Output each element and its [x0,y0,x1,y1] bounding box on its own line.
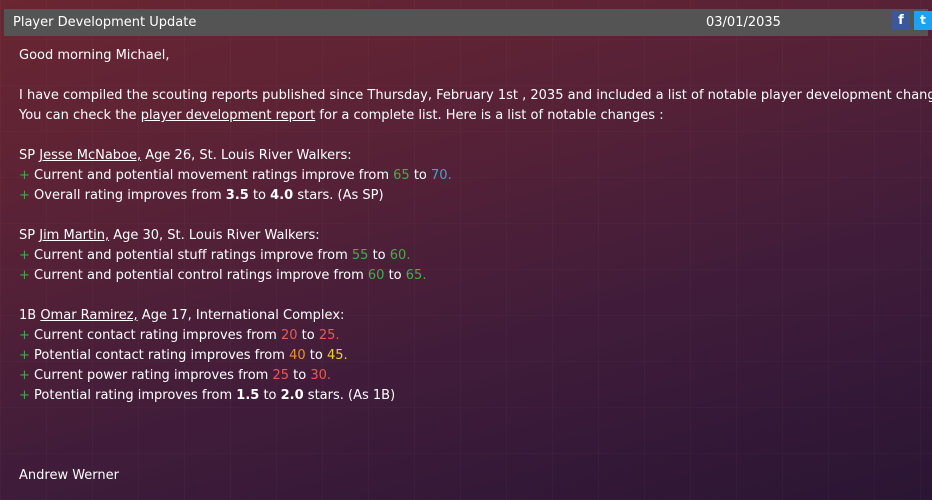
rating-to: 70. [431,168,452,183]
player-details: Age 30, St. Louis River Walkers: [109,228,320,243]
change-line: + Current and potential stuff ratings im… [19,246,919,266]
change-text: Current and potential control ratings im… [34,268,368,283]
to-word: to [248,188,271,203]
plus-icon: + [19,188,35,203]
to-word: to [289,368,311,383]
player-header-jesse-mcnaboe: SP Jesse McNaboe, Age 26, St. Louis Rive… [19,146,919,166]
rating-from: 20 [280,328,298,343]
plus-icon: + [19,328,35,343]
change-line: + Current and potential movement ratings… [19,166,919,186]
change-text: Current power rating improves from [34,368,273,383]
player-link-omar-ramirez[interactable]: Omar Ramirez, [40,308,137,323]
rating-from: 65 [393,168,410,183]
message-date: 03/01/2035 [706,15,781,30]
to-word: to [384,268,406,283]
message-header: Player Development Update 03/01/2035 f t [4,9,932,36]
message-title: Player Development Update [13,15,197,30]
rating-from: 60 [367,268,385,283]
rating-from: 25 [272,368,290,383]
change-text: Current and potential movement ratings i… [34,168,394,183]
to-word: to [368,248,390,263]
rating-to: 60. [389,248,411,263]
change-line: + Potential contact rating improves from… [19,346,919,366]
player-position: 1B [19,308,41,323]
intro-text-pre: You can check the [19,108,141,123]
player-link-jesse-mcnaboe[interactable]: Jesse McNaboe, [39,148,141,163]
plus-icon: + [19,348,35,363]
to-word: to [259,388,281,403]
facebook-share-icon[interactable]: f [892,11,910,30]
rating-from: 40 [289,348,306,363]
change-line: + Potential rating improves from 1.5 to … [19,386,919,406]
message-body: Good morning Michael, I have compiled th… [19,46,932,486]
intro-line-2: You can check the player development rep… [19,106,919,126]
change-line: + Overall rating improves from 3.5 to 4.… [19,186,919,206]
page: { "header": { "title": "Player Developme… [0,0,932,500]
plus-icon: + [19,248,35,263]
twitter-share-icon[interactable]: t [914,11,932,30]
intro-line-1: I have compiled the scouting reports pub… [19,88,932,103]
change-text: Current and potential stuff ratings impr… [34,248,352,263]
plus-icon: + [19,268,35,283]
rating-to: 2.0 [280,388,304,403]
change-line: + Current contact rating improves from 2… [19,326,919,346]
signature: Andrew Werner [19,468,119,483]
change-line: + Current power rating improves from 25 … [19,366,919,386]
change-suffix: stars. (As 1B) [303,388,396,403]
player-header-omar-ramirez: 1B Omar Ramirez, Age 17, International C… [19,306,919,326]
change-line: + Current and potential control ratings … [19,266,919,286]
player-details: Age 17, International Complex: [137,308,345,323]
rating-from: 3.5 [225,188,249,203]
rating-to: 45. [326,348,348,363]
to-word: to [409,168,432,183]
rating-to: 30. [310,368,332,383]
player-development-report-link[interactable]: player development report [141,108,316,123]
to-word: to [305,348,327,363]
plus-icon: + [19,168,35,183]
change-text: Overall rating improves from [34,188,226,203]
rating-to: 25. [318,328,340,343]
player-position: SP [19,228,40,243]
rating-from: 1.5 [236,388,260,403]
intro-text-post: for a complete list. Here is a list of n… [315,108,664,123]
player-position: SP [19,148,40,163]
rating-from: 55 [351,248,369,263]
plus-icon: + [19,388,35,403]
rating-to: 4.0 [270,188,294,203]
change-text: Potential contact rating improves from [34,348,290,363]
to-word: to [297,328,319,343]
player-link-jim-martin[interactable]: Jim Martin, [39,228,109,243]
change-text: Potential rating improves from [34,388,237,403]
greeting: Good morning Michael, [19,48,170,63]
player-header-jim-martin: SP Jim Martin, Age 30, St. Louis River W… [19,226,919,246]
change-suffix: stars. (As SP) [293,188,384,203]
plus-icon: + [19,368,35,383]
change-text: Current contact rating improves from [34,328,281,343]
player-details: Age 26, St. Louis River Walkers: [141,148,352,163]
rating-to: 65. [405,268,427,283]
